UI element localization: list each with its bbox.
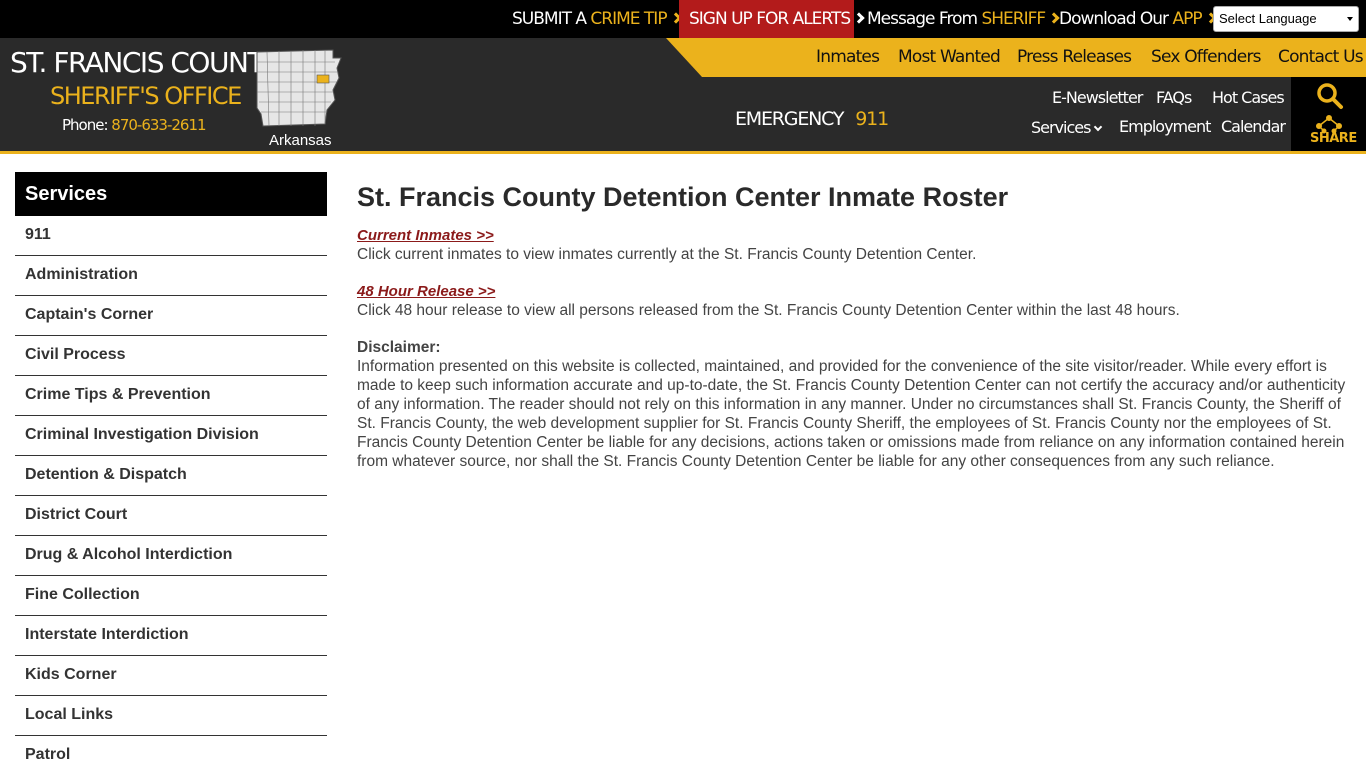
sidebar-item-drug-alcohol[interactable]: Drug & Alcohol Interdiction xyxy=(15,536,327,576)
48-hour-release-link[interactable]: 48 Hour Release >> xyxy=(357,283,495,300)
download-app-link[interactable]: Download Our APP xyxy=(1059,0,1217,38)
chevron-down-icon xyxy=(1094,122,1103,132)
header-divider xyxy=(0,151,1366,154)
sidebar-item-detention-dispatch[interactable]: Detention & Dispatch xyxy=(15,456,327,496)
sidebar-item-criminal-investigation[interactable]: Criminal Investigation Division xyxy=(15,416,327,456)
services-label: Services xyxy=(1031,118,1091,137)
primary-nav: Inmates Most Wanted Press Releases Sex O… xyxy=(666,38,1366,77)
sidebar-title: Services xyxy=(15,172,327,216)
nav-faqs[interactable]: FAQs xyxy=(1156,88,1192,107)
nav-sex-offenders[interactable]: Sex Offenders xyxy=(1151,38,1262,77)
release-section: 48 Hour Release >> Click 48 hour release… xyxy=(357,283,1352,320)
message-from-sheriff-link[interactable]: Message From SHERIFF xyxy=(867,0,1060,38)
nav-enewsletter[interactable]: E-Newsletter xyxy=(1052,88,1143,107)
sign-up-alerts-link[interactable]: SIGN UP FOR ALERTS xyxy=(679,0,865,38)
main-content: St. Francis County Detention Center Inma… xyxy=(357,182,1352,490)
sheriff-highlight: SHERIFF xyxy=(981,9,1046,29)
dropdown-arrow-icon xyxy=(1347,17,1353,21)
services-sidebar: Services 911 Administration Captain's Co… xyxy=(15,172,327,768)
arkansas-map-icon xyxy=(253,48,345,128)
emergency-number[interactable]: 911 xyxy=(855,108,889,130)
app-prefix: Download Our xyxy=(1059,9,1173,29)
emergency-label: EMERGENCY xyxy=(735,108,845,130)
sidebar-item-911[interactable]: 911 xyxy=(15,216,327,256)
sidebar-item-local-links[interactable]: Local Links xyxy=(15,696,327,736)
site-title[interactable]: ST. FRANCIS COUNTY xyxy=(10,46,280,79)
sidebar-item-district-court[interactable]: District Court xyxy=(15,496,327,536)
phone-number[interactable]: Phone: 870-633-2611 xyxy=(62,116,207,134)
phone-value: 870-633-2611 xyxy=(111,116,206,134)
map-label: Arkansas xyxy=(269,132,332,149)
nav-inmates[interactable]: Inmates xyxy=(816,38,880,77)
crime-tip-prefix: SUBMIT A xyxy=(512,9,591,29)
disclaimer-text: Information presented on this website is… xyxy=(357,358,1346,470)
sidebar-item-captains-corner[interactable]: Captain's Corner xyxy=(15,296,327,336)
emergency-info: EMERGENCY 911 xyxy=(735,108,889,130)
sidebar-item-patrol[interactable]: Patrol xyxy=(15,736,327,768)
disclaimer-section: Disclaimer: Information presented on thi… xyxy=(357,339,1352,471)
sidebar-item-interstate-interdiction[interactable]: Interstate Interdiction xyxy=(15,616,327,656)
nav-hot-cases[interactable]: Hot Cases xyxy=(1212,88,1285,107)
sidebar-item-fine-collection[interactable]: Fine Collection xyxy=(15,576,327,616)
site-subtitle[interactable]: SHERIFF'S OFFICE xyxy=(50,82,242,110)
sidebar-item-kids-corner[interactable]: Kids Corner xyxy=(15,656,327,696)
app-highlight: APP xyxy=(1172,9,1202,29)
top-bar: SUBMIT A CRIME TIP SIGN UP FOR ALERTS Me… xyxy=(0,0,1366,38)
nav-contact-us[interactable]: Contact Us xyxy=(1278,38,1364,77)
current-inmates-section: Current Inmates >> Click current inmates… xyxy=(357,227,1352,264)
nav-services-dropdown[interactable]: Services xyxy=(1031,118,1103,137)
share-label[interactable]: SHARE xyxy=(1310,131,1357,146)
search-icon[interactable] xyxy=(1316,82,1344,110)
current-inmates-link[interactable]: Current Inmates >> xyxy=(357,227,494,244)
alerts-label: SIGN UP FOR ALERTS xyxy=(689,9,851,29)
language-select[interactable]: Select Language xyxy=(1213,6,1359,32)
current-inmates-description: Click current inmates to view inmates cu… xyxy=(357,246,977,263)
disclaimer-label: Disclaimer: xyxy=(357,339,441,356)
sheriff-prefix: Message From xyxy=(867,9,982,29)
phone-label: Phone: xyxy=(62,116,112,134)
language-select-value: Select Language xyxy=(1219,11,1317,26)
page-title: St. Francis County Detention Center Inma… xyxy=(357,182,1009,212)
nav-calendar[interactable]: Calendar xyxy=(1221,117,1286,136)
nav-press-releases[interactable]: Press Releases xyxy=(1017,38,1132,77)
sidebar-item-administration[interactable]: Administration xyxy=(15,256,327,296)
nav-most-wanted[interactable]: Most Wanted xyxy=(898,38,1001,77)
release-description: Click 48 hour release to view all person… xyxy=(357,302,1180,319)
sidebar-item-civil-process[interactable]: Civil Process xyxy=(15,336,327,376)
crime-tip-highlight: CRIME TIP xyxy=(590,9,667,29)
sidebar-item-crime-tips[interactable]: Crime Tips & Prevention xyxy=(15,376,327,416)
submit-crime-tip-link[interactable]: SUBMIT A CRIME TIP xyxy=(512,0,682,38)
nav-employment[interactable]: Employment xyxy=(1119,117,1211,136)
chevron-right-icon xyxy=(853,12,865,24)
